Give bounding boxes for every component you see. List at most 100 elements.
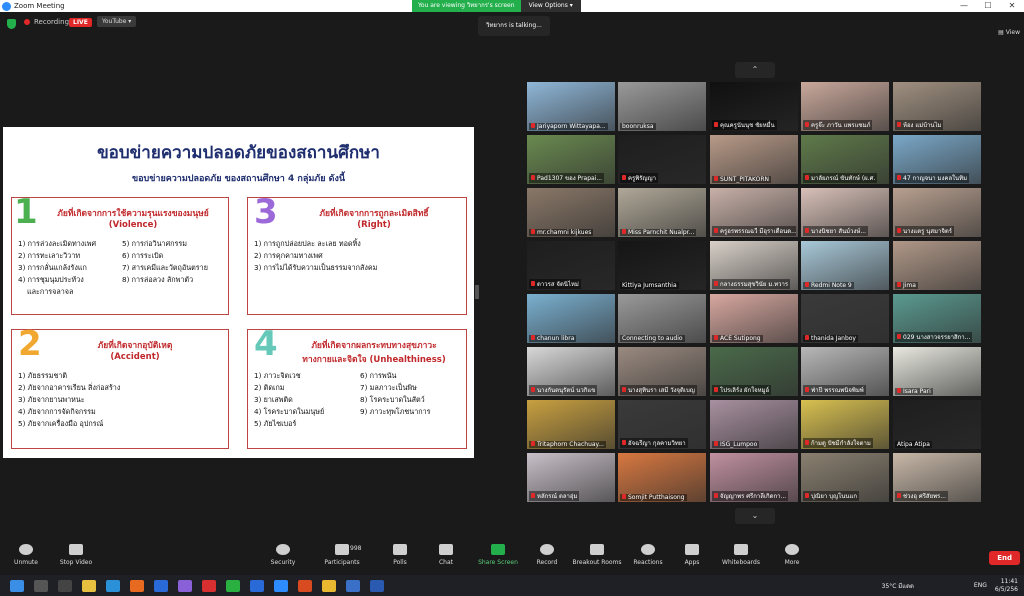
weather-label[interactable]: 35°C มีแดด <box>882 581 914 591</box>
participant-tile[interactable]: Somjit Putthaisong <box>618 453 706 502</box>
participant-name-text: ดาวรส จัดนิไหม่ <box>537 281 579 288</box>
task-view-icon[interactable] <box>58 579 72 592</box>
participant-tile[interactable]: Isara Pari <box>893 347 981 396</box>
participant-tile[interactable]: ดาวรส จัดนิไหม่ <box>527 241 615 290</box>
participant-tile[interactable]: Miss Parnchit Nualpr... <box>618 188 706 237</box>
participant-tile[interactable]: อัจฉรีญา กุลคามวิทยา <box>618 400 706 449</box>
search-icon[interactable] <box>34 579 48 592</box>
window-controls: — ☐ ✕ <box>952 0 1024 12</box>
participant-tile[interactable]: ปุณิยา บุญโนนแก <box>801 453 889 502</box>
participant-tile[interactable]: โปรเลิร์ง ผักใจหมูอ์ <box>710 347 798 396</box>
participant-name: มาลัยภรณ์ ขันทักษ์ (ผ.ศ. <box>803 173 878 183</box>
participant-tile[interactable]: นางสุทินรา เสมี วังจุติเบญ <box>618 347 706 396</box>
start-icon[interactable] <box>10 579 24 592</box>
gallery-page-down-button[interactable]: ⌄ <box>735 508 775 524</box>
gallery-page-up-button[interactable]: ⌃ <box>735 62 775 78</box>
participant-tile[interactable]: Jariyaporn Wittayapa... <box>527 82 615 131</box>
word-icon[interactable] <box>370 579 384 592</box>
participant-tile[interactable]: หลักรณ์ ดลาอุ่ม <box>527 453 615 502</box>
participant-tile[interactable]: ก้ามดู ปัชมีกำลังใจตาม <box>801 400 889 449</box>
participant-tile[interactable]: ISG_Lumpoo <box>710 400 798 449</box>
box-heading: ภัยที่เกิดจากการถูกละเมิดสิทธิ์ (Right) <box>282 206 466 230</box>
participant-tile[interactable]: จัญญาพร ศรีกาลีเกิดกา... <box>710 453 798 502</box>
security-button[interactable]: Security <box>253 544 313 566</box>
line-icon[interactable] <box>226 579 240 592</box>
participant-name: boonruksa <box>620 123 656 130</box>
chat-button[interactable]: Chat <box>416 544 476 566</box>
participant-tile[interactable]: Atipa Atipa <box>893 400 981 449</box>
box-heading-line1: ภัยที่เกิดจากผลกระทบทางสุขภาวะ <box>311 341 437 351</box>
list-item: 3) ภัยจากยานพาหนะ <box>18 395 85 404</box>
language-indicator[interactable]: ENG <box>974 582 987 589</box>
participant-name: Jariyaporn Wittayapa... <box>529 123 608 130</box>
participant-tile[interactable]: คุณครูนันนุช ชัยหมื่น <box>710 82 798 131</box>
minimize-button[interactable]: — <box>952 0 976 12</box>
participant-tile[interactable]: 47 กาญจนา มงคลในทิม <box>893 135 981 184</box>
list-item: 8) โรคระบาดในสัตว์ <box>360 395 425 404</box>
view-options-button[interactable]: View Options ▾ <box>520 0 581 12</box>
participant-tile[interactable]: Jima <box>893 241 981 290</box>
participant-name-text: คุณครูนันนุช ชัยหมื่น <box>720 122 775 129</box>
participant-name-text: Pad1307 ของ Prapai... <box>537 175 603 182</box>
participant-tile[interactable]: ฟ่าปี พรรณพนิจพิมพ์ <box>801 347 889 396</box>
app-icon[interactable] <box>178 579 192 592</box>
participant-tile[interactable]: boonruksa <box>618 82 706 131</box>
app-icon[interactable] <box>202 579 216 592</box>
shield-icon[interactable] <box>7 19 16 29</box>
participant-tile[interactable]: ครูจ๊ะ ภาวัน แพรแซมภ์ <box>801 82 889 131</box>
stop-video-button[interactable]: Stop Video <box>46 544 106 566</box>
zoom-icon[interactable] <box>274 579 288 592</box>
participant-tile[interactable]: ครูอรพรรณฉวี มีอุราเดือนด... <box>710 188 798 237</box>
youtube-dropdown[interactable]: YouTube ▾ <box>97 16 137 27</box>
participant-tile[interactable]: mr.chamni kijkues <box>527 188 615 237</box>
file-explorer-icon[interactable] <box>322 579 336 592</box>
maximize-button[interactable]: ☐ <box>976 0 1000 12</box>
participant-tile[interactable]: มาลัยภรณ์ ขันทักษ์ (ผ.ศ. <box>801 135 889 184</box>
participant-tile[interactable]: 029 นางสาวจรรยาสิกา... <box>893 294 981 343</box>
mail-icon[interactable] <box>154 579 168 592</box>
more-button[interactable]: More <box>762 544 822 566</box>
participant-tile[interactable]: thanida Janboy <box>801 294 889 343</box>
participant-tile[interactable]: Kittiya Jumsanthia <box>618 241 706 290</box>
chrome-icon[interactable] <box>82 579 96 592</box>
close-button[interactable]: ✕ <box>1000 0 1024 12</box>
split-resize-handle[interactable] <box>475 285 479 299</box>
end-meeting-button[interactable]: End <box>989 551 1020 565</box>
participant-tile[interactable]: SUNT_PITAKORN <box>710 135 798 184</box>
participant-tile[interactable]: ครูพิรัญญา <box>618 135 706 184</box>
microphone-muted-icon <box>897 175 901 180</box>
participant-tile[interactable]: ห้อง แม่บ้านไม <box>893 82 981 131</box>
list-item: 4) ภัยจากการจัดกิจกรรม <box>18 407 96 416</box>
app-icon[interactable] <box>346 579 360 592</box>
participant-tile[interactable]: นางนิชยา สันม์วงษ์... <box>801 188 889 237</box>
participant-tile[interactable]: Connecting to audio <box>618 294 706 343</box>
toolbar-label: Participants <box>324 559 360 566</box>
participant-tile[interactable]: Redmi Note 9 <box>801 241 889 290</box>
microphone-muted-icon <box>622 494 626 499</box>
microphone-muted-icon <box>531 175 535 180</box>
smiley-icon <box>641 544 655 555</box>
participant-tile[interactable]: ช่วงอุ ศรีสัยพร... <box>893 453 981 502</box>
participant-tile[interactable]: กลางธรรมสุขวินัย ม.ทวาร <box>710 241 798 290</box>
view-button[interactable]: ▤ View <box>998 29 1020 36</box>
participant-tile[interactable]: Pad1307 ของ Prapai... <box>527 135 615 184</box>
participants-button[interactable]: Participants <box>312 544 372 566</box>
participant-tile[interactable]: ACE Sutipong <box>710 294 798 343</box>
powerpoint-icon[interactable] <box>298 579 312 592</box>
list-item: 4) โรคระบาดในมนุษย์ <box>254 407 325 416</box>
edge-icon[interactable] <box>106 579 120 592</box>
participant-tile[interactable]: Tritaphorn Chachuay... <box>527 400 615 449</box>
participant-name-text: chanun libra <box>537 335 575 342</box>
participant-tile[interactable]: chanun libra <box>527 294 615 343</box>
box-items-left: 1) ภาวะจิตเวช 2) ติดเกม 3) ยาเสพติด 4) โ… <box>254 370 358 430</box>
participant-tile[interactable]: นางกันตนุรัตน์ นวกิแข <box>527 347 615 396</box>
participant-name: Redmi Note 9 <box>803 282 854 289</box>
app-icon[interactable] <box>250 579 264 592</box>
list-item: 9) ภาวะทุพโภชนาการ <box>360 407 431 416</box>
microphone-muted-icon <box>714 228 718 233</box>
participant-tile[interactable]: นางแตรู นุสมาจิตร์ <box>893 188 981 237</box>
clock[interactable]: 11:41 6/5/256 <box>995 578 1018 594</box>
recording-indicator[interactable]: Recording <box>24 18 69 26</box>
firefox-icon[interactable] <box>130 579 144 592</box>
participant-name-text: นางนิชยา สันม์วงษ์... <box>811 228 867 235</box>
